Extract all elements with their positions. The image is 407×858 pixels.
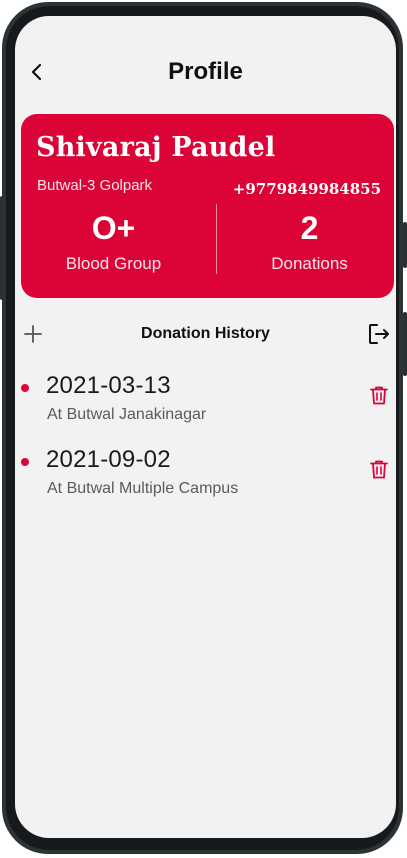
donation-date: 2021-09-02 <box>46 446 171 473</box>
donation-place: At Butwal Multiple Campus <box>47 480 239 497</box>
trash-icon <box>370 460 388 479</box>
blood-group-label: Blood Group <box>65 254 162 273</box>
user-phone: +9779849984855 <box>232 180 381 198</box>
blood-group-stat: O+ Blood Group <box>21 208 206 274</box>
user-name: Shivaraj Paudel <box>36 132 276 163</box>
delete-donation-button[interactable] <box>368 384 390 406</box>
page-title: Profile <box>168 58 243 85</box>
delete-donation-button[interactable] <box>368 458 390 480</box>
phone-power-button <box>403 312 407 376</box>
donation-date: 2021-03-13 <box>46 372 171 399</box>
app-screen: Profile Shivaraj Paudel Butwal-3 Golpark… <box>15 16 396 838</box>
timeline-dot <box>21 458 29 466</box>
timeline-dot <box>21 384 29 392</box>
logout-button[interactable] <box>366 321 392 347</box>
trash-icon <box>370 386 388 405</box>
donations-label: Donations <box>271 254 348 273</box>
donation-place: At Butwal Janakinagar <box>47 406 207 423</box>
list-item: 2021-09-02 At Butwal Multiple Campus <box>15 436 396 500</box>
donations-count: 2 <box>300 210 319 246</box>
list-item: 2021-03-13 At Butwal Janakinagar <box>15 362 396 426</box>
profile-card: Shivaraj Paudel Butwal-3 Golpark +977984… <box>21 114 394 298</box>
blood-group-value: O+ <box>91 210 136 246</box>
user-address: Butwal-3 Golpark <box>37 177 153 194</box>
donations-stat: 2 Donations <box>217 208 396 274</box>
app-header: Profile <box>15 48 396 96</box>
donation-history-bar: Donation History <box>15 316 396 352</box>
phone-volume-button <box>403 222 407 268</box>
donation-history-title: Donation History <box>141 325 270 342</box>
logout-icon <box>369 324 389 344</box>
